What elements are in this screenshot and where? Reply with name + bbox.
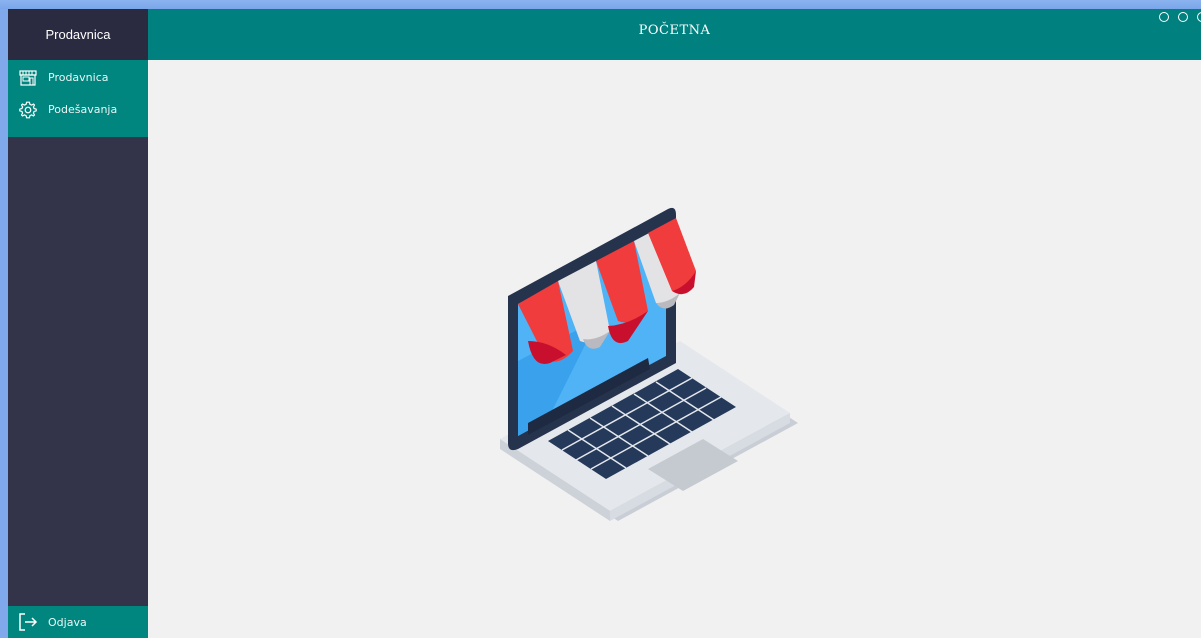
header-bar: POČETNA bbox=[148, 9, 1201, 60]
desktop-background bbox=[0, 0, 1201, 9]
sidebar-item-label: Podešavanja bbox=[48, 103, 118, 116]
brand-title: Prodavnica bbox=[8, 9, 148, 60]
page-title: POČETNA bbox=[638, 23, 711, 38]
logout-button[interactable]: Odjava bbox=[8, 606, 148, 638]
sidebar: Prodavnica Prodavnica Podešavanja Odjava bbox=[8, 9, 148, 638]
maximize-icon[interactable] bbox=[1178, 12, 1188, 22]
sidebar-item-prodavnica[interactable]: Prodavnica bbox=[8, 63, 148, 92]
app-window: Prodavnica Prodavnica Podešavanja Odjava… bbox=[8, 9, 1201, 638]
minimize-icon[interactable] bbox=[1159, 12, 1169, 22]
gear-icon bbox=[18, 100, 38, 120]
shop-icon bbox=[18, 68, 38, 88]
sidebar-item-label: Prodavnica bbox=[48, 71, 109, 84]
close-icon[interactable] bbox=[1197, 12, 1201, 22]
window-controls bbox=[1159, 12, 1201, 22]
sidebar-nav: Prodavnica Podešavanja bbox=[8, 60, 148, 137]
laptop-shop-illustration bbox=[488, 191, 808, 531]
logout-icon bbox=[18, 612, 38, 632]
logout-label: Odjava bbox=[48, 615, 87, 629]
sidebar-item-podesavanja[interactable]: Podešavanja bbox=[8, 95, 148, 124]
